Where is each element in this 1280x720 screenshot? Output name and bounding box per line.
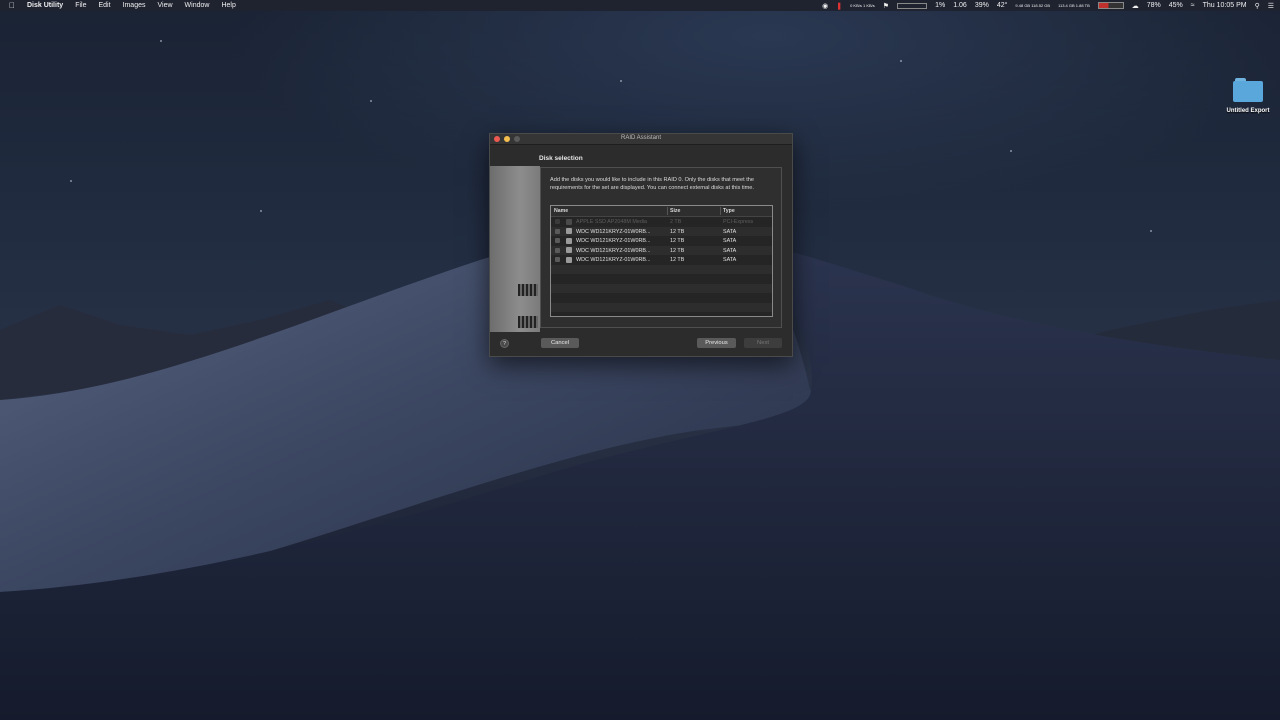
- disk-name: WDC WD121KRYZ-01W0RB...: [576, 238, 651, 244]
- star: [620, 80, 622, 82]
- raid-assistant-window: RAID Assistant Disk selection Add the di…: [489, 133, 793, 357]
- disk-stats-b[interactable]: 113.4 GB 1.88 TB: [1058, 2, 1090, 8]
- network-stats[interactable]: 0 KB/s 1 KB/s: [850, 2, 875, 8]
- flag-icon[interactable]: ⚑: [883, 2, 889, 10]
- star: [900, 60, 902, 62]
- next-button[interactable]: Next: [744, 338, 782, 348]
- star: [260, 210, 262, 212]
- disk-type: SATA: [723, 257, 737, 263]
- disk-a-bottom: 118.52 GB: [1031, 2, 1051, 8]
- title-bar[interactable]: RAID Assistant: [490, 134, 792, 145]
- menu-edit[interactable]: Edit: [92, 2, 116, 9]
- table-row[interactable]: WDC WD121KRYZ-01W0RB... 12 TB SATA: [551, 236, 772, 246]
- table-row[interactable]: WDC WD121KRYZ-01W0RB... 12 TB SATA: [551, 245, 772, 255]
- previous-button[interactable]: Previous: [697, 338, 736, 348]
- disk-type: SATA: [723, 228, 737, 235]
- page-title: Disk selection: [539, 155, 583, 162]
- disk-size: 12 TB: [670, 257, 685, 263]
- table-row[interactable]: WDC WD121KRYZ-01W0RB... 12 TB SATA: [551, 255, 772, 265]
- battery-b[interactable]: 45%: [1169, 2, 1183, 9]
- net-down: 1 KB/s: [862, 2, 875, 8]
- menu-view[interactable]: View: [152, 2, 179, 9]
- disk-icon: [566, 256, 572, 263]
- menu-bar-left:  Disk Utility File Edit Images View Win…: [0, 1, 242, 10]
- cpu-percent[interactable]: 1%: [935, 2, 945, 9]
- cloud-icon[interactable]: ☁: [1132, 2, 1139, 10]
- disk-icon: [566, 228, 572, 234]
- folder-label: Untitled Export: [1226, 108, 1270, 114]
- help-button[interactable]: ?: [500, 339, 509, 348]
- star: [70, 180, 72, 182]
- load-average[interactable]: 1.06: [953, 2, 967, 9]
- activity-graph[interactable]: [1097, 2, 1124, 9]
- net-up: 0 KB/s: [850, 2, 862, 8]
- cancel-button[interactable]: Cancel: [541, 338, 579, 348]
- disk-checkbox[interactable]: [555, 247, 560, 253]
- table-header: Name Size Type: [551, 206, 772, 217]
- disk-checkbox[interactable]: [555, 257, 560, 262]
- disk-type: PCI-Express: [723, 219, 754, 225]
- menu-help[interactable]: Help: [215, 2, 241, 9]
- disk-size: 2 TB: [670, 219, 682, 225]
- disk-icon: [566, 237, 572, 244]
- disk-checkbox: [555, 219, 560, 224]
- disk-size: 12 TB: [670, 238, 685, 244]
- folder-icon: [1233, 78, 1263, 102]
- wifi-icon[interactable]: ≈: [1191, 2, 1195, 9]
- table-row: APPLE SSD AP2048M Media 2 TB PCI-Express: [551, 217, 772, 227]
- disk-type: SATA: [723, 238, 737, 244]
- disk-checkbox[interactable]: [555, 238, 560, 243]
- disk-table[interactable]: Name Size Type APPLE SSD AP2048M Media 2…: [550, 205, 773, 317]
- empty-row: [551, 264, 772, 274]
- empty-row: [551, 302, 772, 312]
- column-name[interactable]: Name: [554, 208, 568, 214]
- empty-row: [551, 283, 772, 293]
- disk-size: 12 TB: [670, 228, 685, 235]
- star: [1150, 230, 1152, 232]
- window-title: RAID Assistant: [620, 135, 661, 141]
- menu-file[interactable]: File: [69, 2, 92, 9]
- disk-b-bottom: 1.88 TB: [1075, 2, 1090, 8]
- desktop-folder[interactable]: Untitled Export: [1222, 78, 1274, 114]
- raid-illustration: [490, 166, 540, 332]
- disk-name: WDC WD121KRYZ-01W0RB...: [576, 247, 651, 254]
- search-icon[interactable]: ⚲: [1255, 2, 1260, 10]
- menu-window[interactable]: Window: [179, 2, 216, 9]
- column-size[interactable]: Size: [670, 208, 680, 214]
- star: [1010, 150, 1012, 152]
- temperature[interactable]: 42°: [997, 2, 1008, 9]
- table-row[interactable]: WDC WD121KRYZ-01W0RB... 12 TB SATA: [551, 226, 772, 236]
- disk-icon: [566, 218, 572, 225]
- menu-bar:  Disk Utility File Edit Images View Win…: [0, 0, 1280, 11]
- clock[interactable]: Thu 10:05 PM: [1203, 2, 1247, 9]
- star: [370, 100, 372, 102]
- memory-bar[interactable]: [897, 2, 928, 9]
- disk-b-top: 113.4 GB: [1058, 2, 1075, 8]
- instructions-text: Add the disks you would like to include …: [550, 177, 754, 191]
- disk-stats-a[interactable]: 9.48 GB 118.52 GB: [1015, 2, 1051, 8]
- record-icon[interactable]: ◉: [822, 2, 828, 10]
- disk-name: WDC WD121KRYZ-01W0RB...: [576, 228, 651, 235]
- disk-size: 12 TB: [670, 247, 685, 254]
- disk-a-top: 9.48 GB: [1015, 2, 1031, 8]
- disk-type: SATA: [723, 247, 737, 254]
- desktop-wallpaper: [0, 229, 1280, 720]
- apple-icon[interactable]: : [0, 1, 24, 10]
- disk-name: WDC WD121KRYZ-01W0RB...: [576, 257, 651, 263]
- battery-a[interactable]: 78%: [1147, 2, 1161, 9]
- stop-icon[interactable]: ❚: [836, 2, 842, 10]
- menu-images[interactable]: Images: [117, 2, 152, 9]
- menu-app-name[interactable]: Disk Utility: [24, 2, 69, 9]
- star: [160, 40, 162, 42]
- percent-a[interactable]: 39%: [975, 2, 989, 9]
- disk-checkbox[interactable]: [555, 228, 560, 234]
- list-icon[interactable]: ☰: [1268, 2, 1274, 10]
- disk-name: APPLE SSD AP2048M Media: [576, 219, 648, 225]
- column-type[interactable]: Type: [723, 208, 735, 214]
- disk-icon: [566, 247, 572, 253]
- menu-bar-status: ◉ ❚ 0 KB/s 1 KB/s ⚑ 1% 1.06 39% 42° 9.48…: [822, 0, 1274, 11]
